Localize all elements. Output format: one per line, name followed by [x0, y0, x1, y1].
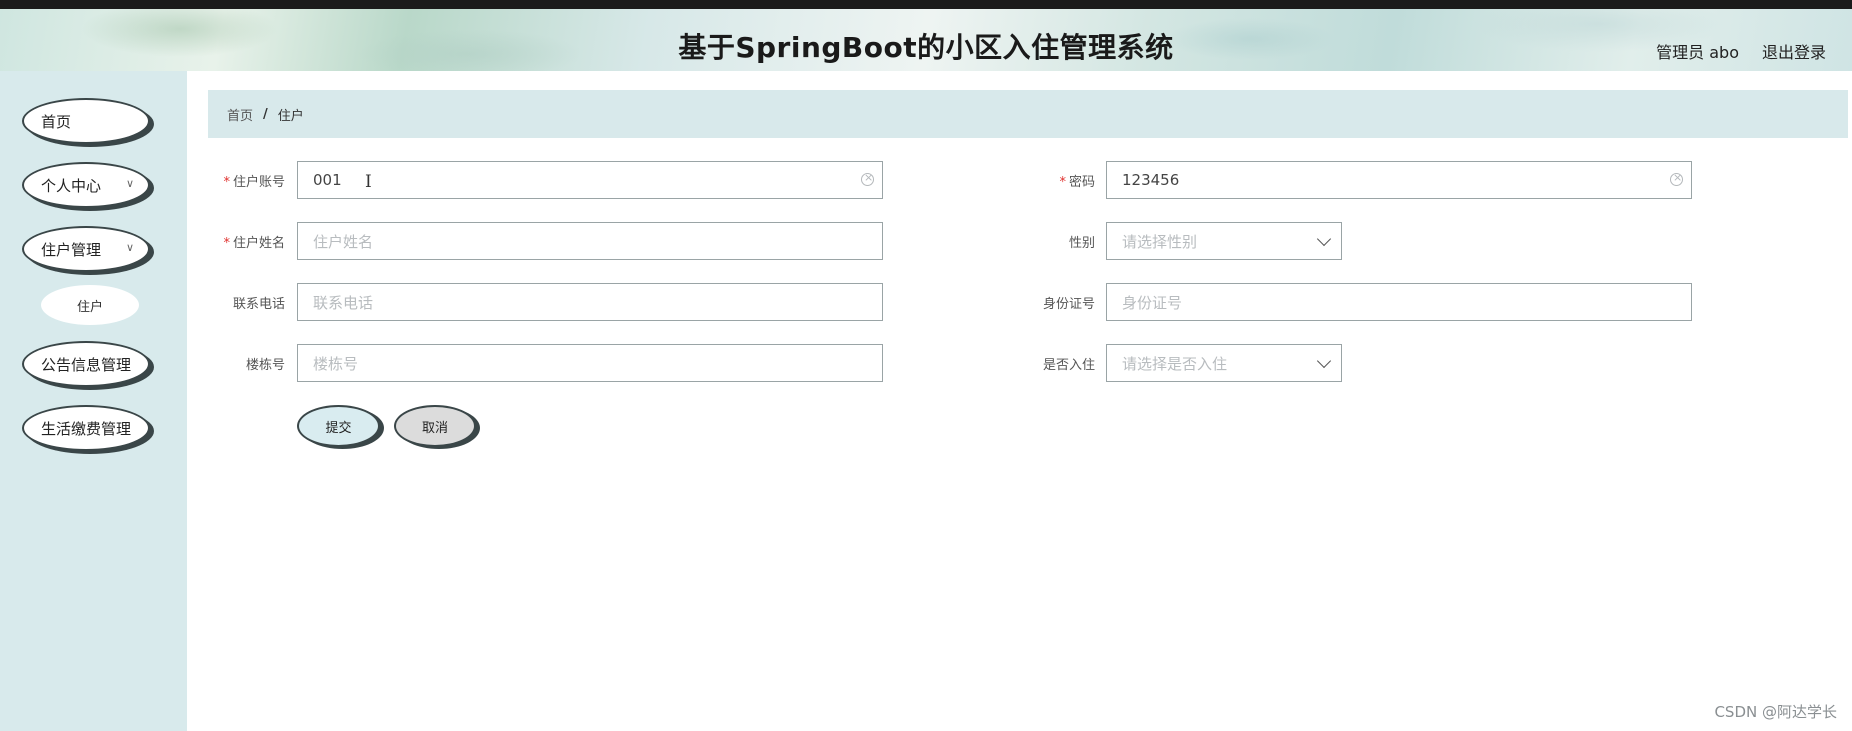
sidebar-item-label: 个人中心	[41, 176, 102, 195]
sidebar-subitem-resident[interactable]: 住户	[41, 285, 139, 325]
building-label: 楼栋号	[245, 358, 285, 373]
moved-in-placeholder: 请选择是否入住	[1122, 354, 1228, 373]
password-value: 123456	[1122, 171, 1180, 189]
window-top-bar	[0, 0, 1852, 9]
id-number-input[interactable]: 身份证号	[1106, 283, 1692, 321]
cancel-label: 取消	[421, 420, 448, 436]
breadcrumb-separator: /	[263, 106, 268, 122]
gender-select[interactable]: 请选择性别	[1106, 222, 1342, 260]
sidebar-item-label: 首页	[41, 112, 72, 131]
name-label: * 住户姓名	[223, 236, 285, 251]
cancel-button[interactable]: 取消	[394, 405, 476, 447]
sidebar-item-notice-management[interactable]: 公告信息管理	[22, 341, 150, 387]
user-label: 管理员 abo	[1656, 43, 1739, 62]
chevron-down-icon	[1316, 231, 1332, 247]
gender-placeholder: 请选择性别	[1122, 232, 1198, 251]
app-title: 基于SpringBoot的小区入住管理系统	[678, 31, 1174, 64]
required-mark: *	[1059, 175, 1066, 190]
sidebar-item-resident-management[interactable]: 住户管理 ∨	[22, 226, 150, 272]
building-input[interactable]: 楼栋号	[297, 344, 883, 382]
breadcrumb: 首页 / 住户	[208, 90, 1848, 138]
header-user-area: 管理员 abo 退出登录	[1656, 39, 1826, 63]
breadcrumb-current: 住户	[277, 108, 304, 124]
account-input[interactable]: 001	[297, 161, 883, 199]
sidebar-item-personal-center[interactable]: 个人中心 ∨	[22, 162, 150, 208]
breadcrumb-home[interactable]: 首页	[227, 105, 253, 124]
clear-icon[interactable]	[1670, 171, 1683, 186]
text-cursor-icon: I	[365, 172, 372, 192]
gender-label: 性别	[1068, 236, 1095, 251]
required-mark: *	[223, 175, 230, 190]
sidebar-item-label: 住户	[76, 299, 103, 315]
name-placeholder: 住户姓名	[313, 232, 374, 251]
building-placeholder: 楼栋号	[313, 354, 359, 373]
sidebar-item-payment-management[interactable]: 生活缴费管理	[22, 405, 150, 451]
name-input[interactable]: 住户姓名	[297, 222, 883, 260]
sidebar-item-home[interactable]: 首页	[22, 98, 150, 144]
sidebar-item-label: 生活缴费管理	[41, 419, 132, 438]
moved-in-select[interactable]: 请选择是否入住	[1106, 344, 1342, 382]
submit-label: 提交	[325, 420, 352, 436]
required-mark: *	[223, 236, 230, 251]
logout-link[interactable]: 退出登录	[1762, 39, 1826, 63]
account-label: * 住户账号	[223, 175, 285, 190]
id-number-placeholder: 身份证号	[1122, 293, 1183, 312]
sidebar-item-label: 公告信息管理	[41, 355, 132, 374]
clear-icon[interactable]	[861, 171, 874, 186]
phone-placeholder: 联系电话	[313, 293, 374, 312]
password-label: * 密码	[1059, 175, 1095, 190]
sidebar-item-label: 住户管理	[41, 240, 102, 259]
account-value: 001	[313, 171, 342, 189]
phone-label: 联系电话	[232, 297, 285, 312]
sidebar: 首页 个人中心 ∨ 住户管理 ∨ 住户 公告信息管理 生活缴费管理	[0, 71, 187, 731]
chevron-down-icon	[1316, 353, 1332, 369]
watermark: CSDN @阿达学长	[1714, 703, 1837, 721]
app-header: 基于SpringBoot的小区入住管理系统 管理员 abo 退出登录	[0, 9, 1852, 71]
phone-input[interactable]: 联系电话	[297, 283, 883, 321]
submit-button[interactable]: 提交	[297, 405, 380, 447]
id-number-label: 身份证号	[1042, 297, 1095, 312]
chevron-down-icon: ∨	[125, 241, 134, 254]
password-input[interactable]: 123456	[1106, 161, 1692, 199]
chevron-down-icon: ∨	[125, 177, 134, 190]
moved-in-label: 是否入住	[1042, 358, 1095, 373]
